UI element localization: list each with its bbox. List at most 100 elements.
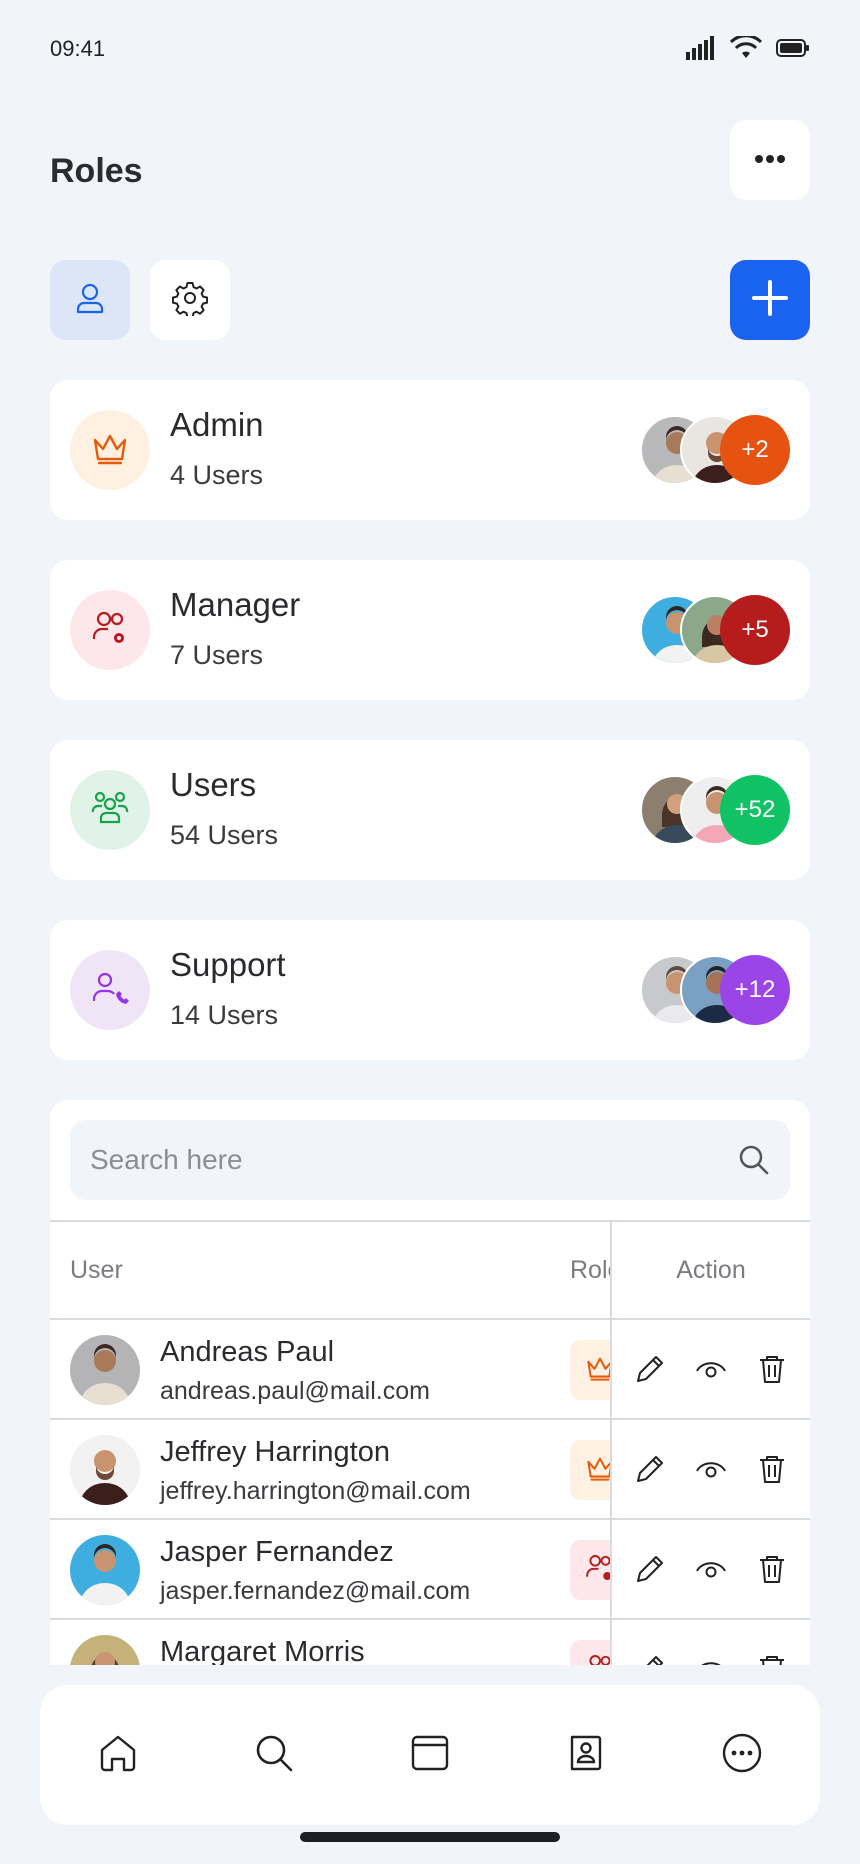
- row-actions: [610, 1420, 810, 1518]
- column-header-user[interactable]: User: [70, 1256, 123, 1285]
- edit-pencil-icon[interactable]: [633, 1652, 667, 1665]
- crown-icon: [90, 430, 130, 471]
- avatar-stack: +52: [640, 775, 790, 845]
- search-input[interactable]: [70, 1120, 710, 1200]
- user-name: Andreas Paul: [160, 1336, 335, 1368]
- avatar-stack: +12: [640, 955, 790, 1025]
- user-name: Margaret Morris: [160, 1636, 365, 1665]
- row-actions: [610, 1320, 810, 1418]
- role-card-manager[interactable]: Manager 7 Users +5: [50, 560, 810, 700]
- role-user-count: 54 Users: [170, 820, 279, 850]
- home-indicator[interactable]: [300, 1832, 560, 1842]
- avatar: [70, 1435, 140, 1505]
- avatar: [70, 1335, 140, 1405]
- edit-pencil-icon[interactable]: [633, 1552, 667, 1586]
- role-user-count: 14 Users: [170, 1000, 279, 1030]
- role-icon-badge: [70, 410, 150, 490]
- signal-icon: [686, 36, 716, 60]
- delete-trash-icon[interactable]: [755, 1352, 789, 1386]
- delete-trash-icon[interactable]: [755, 1652, 789, 1665]
- role-user-count: 4 Users: [170, 460, 264, 490]
- user-name: Jasper Fernandez: [160, 1536, 394, 1568]
- crown-icon: [584, 1454, 610, 1487]
- gear-icon: [171, 280, 209, 321]
- column-header-role[interactable]: Role: [570, 1256, 612, 1285]
- delete-trash-icon[interactable]: [755, 1452, 789, 1486]
- role-icon-badge: [70, 770, 150, 850]
- edit-pencil-icon[interactable]: [633, 1352, 667, 1386]
- role-name: Admin: [170, 406, 264, 443]
- user-name: Jeffrey Harrington: [160, 1436, 390, 1468]
- page-title: Roles: [50, 152, 143, 190]
- nav-more[interactable]: [702, 1715, 782, 1795]
- role-badge: [570, 1540, 610, 1600]
- role-user-count: 7 Users: [170, 640, 264, 670]
- search-icon[interactable]: [738, 1144, 770, 1181]
- more-circle-icon: [721, 1732, 763, 1779]
- role-card-admin[interactable]: Admin 4 Users +2: [50, 380, 810, 520]
- nav-search[interactable]: [234, 1715, 314, 1795]
- role-name: Users: [170, 766, 257, 803]
- table-row[interactable]: Jasper Fernandez jasper.fernandez@mail.c…: [50, 1520, 810, 1620]
- role-card-support[interactable]: Support 14 Users +12: [50, 920, 810, 1060]
- role-badge: [570, 1640, 610, 1665]
- user-view-button[interactable]: [50, 260, 130, 340]
- edit-pencil-icon[interactable]: [633, 1452, 667, 1486]
- search-box: [70, 1120, 790, 1200]
- search-icon: [254, 1733, 294, 1778]
- table-row[interactable]: Margaret Morris: [50, 1620, 810, 1665]
- status-time: 09:41: [50, 36, 106, 61]
- avatar-stack: +2: [640, 415, 790, 485]
- table-body: Andreas Paul andreas.paul@mail.com Jeffr…: [50, 1320, 810, 1665]
- home-icon: [98, 1733, 138, 1778]
- avatar-stack: +5: [640, 595, 790, 665]
- nav-browser[interactable]: [390, 1715, 470, 1795]
- more-horizontal-icon: [755, 151, 785, 169]
- more-users-badge[interactable]: +12: [720, 955, 790, 1025]
- avatar: [70, 1635, 140, 1665]
- role-icon-badge: [70, 950, 150, 1030]
- view-eye-icon[interactable]: [694, 1552, 728, 1586]
- role-badge: [570, 1440, 610, 1500]
- user-email: jasper.fernandez@mail.com: [160, 1577, 471, 1605]
- table-header: User Role Action: [50, 1220, 810, 1320]
- row-actions: [610, 1520, 810, 1618]
- status-icons: [686, 36, 810, 60]
- plus-icon: [750, 278, 790, 323]
- role-name: Manager: [170, 586, 301, 623]
- users-gear-icon: [90, 608, 130, 653]
- more-users-badge[interactable]: +2: [720, 415, 790, 485]
- role-badge: [570, 1340, 610, 1400]
- wifi-icon: [730, 36, 762, 60]
- nav-contacts[interactable]: [546, 1715, 626, 1795]
- users-table-card: User Role Action Andreas Paul andreas.pa…: [50, 1100, 810, 1665]
- user-email: andreas.paul@mail.com: [160, 1377, 430, 1405]
- bottom-navigation: [40, 1685, 820, 1825]
- role-card-users[interactable]: Users 54 Users +52: [50, 740, 810, 880]
- more-users-badge[interactable]: +5: [720, 595, 790, 665]
- view-eye-icon[interactable]: [694, 1452, 728, 1486]
- user-email: jeffrey.harrington@mail.com: [160, 1477, 471, 1505]
- view-eye-icon[interactable]: [694, 1652, 728, 1665]
- more-users-badge[interactable]: +52: [720, 775, 790, 845]
- role-icon-badge: [70, 590, 150, 670]
- window-icon: [410, 1733, 450, 1778]
- user-icon: [73, 281, 107, 320]
- status-bar: 09:41: [0, 0, 860, 100]
- delete-trash-icon[interactable]: [755, 1552, 789, 1586]
- avatar: [70, 1535, 140, 1605]
- crown-icon: [584, 1354, 610, 1387]
- users-gear-icon: [584, 1552, 610, 1589]
- more-options-button[interactable]: [730, 120, 810, 200]
- contact-book-icon: [566, 1733, 606, 1778]
- table-row[interactable]: Andreas Paul andreas.paul@mail.com: [50, 1320, 810, 1420]
- column-header-action: Action: [610, 1222, 810, 1318]
- battery-icon: [776, 38, 810, 58]
- nav-home[interactable]: [78, 1715, 158, 1795]
- role-name: Support: [170, 946, 286, 983]
- add-role-button[interactable]: [730, 260, 810, 340]
- row-actions: [610, 1620, 810, 1665]
- view-eye-icon[interactable]: [694, 1352, 728, 1386]
- settings-button[interactable]: [150, 260, 230, 340]
- table-row[interactable]: Jeffrey Harrington jeffrey.harrington@ma…: [50, 1420, 810, 1520]
